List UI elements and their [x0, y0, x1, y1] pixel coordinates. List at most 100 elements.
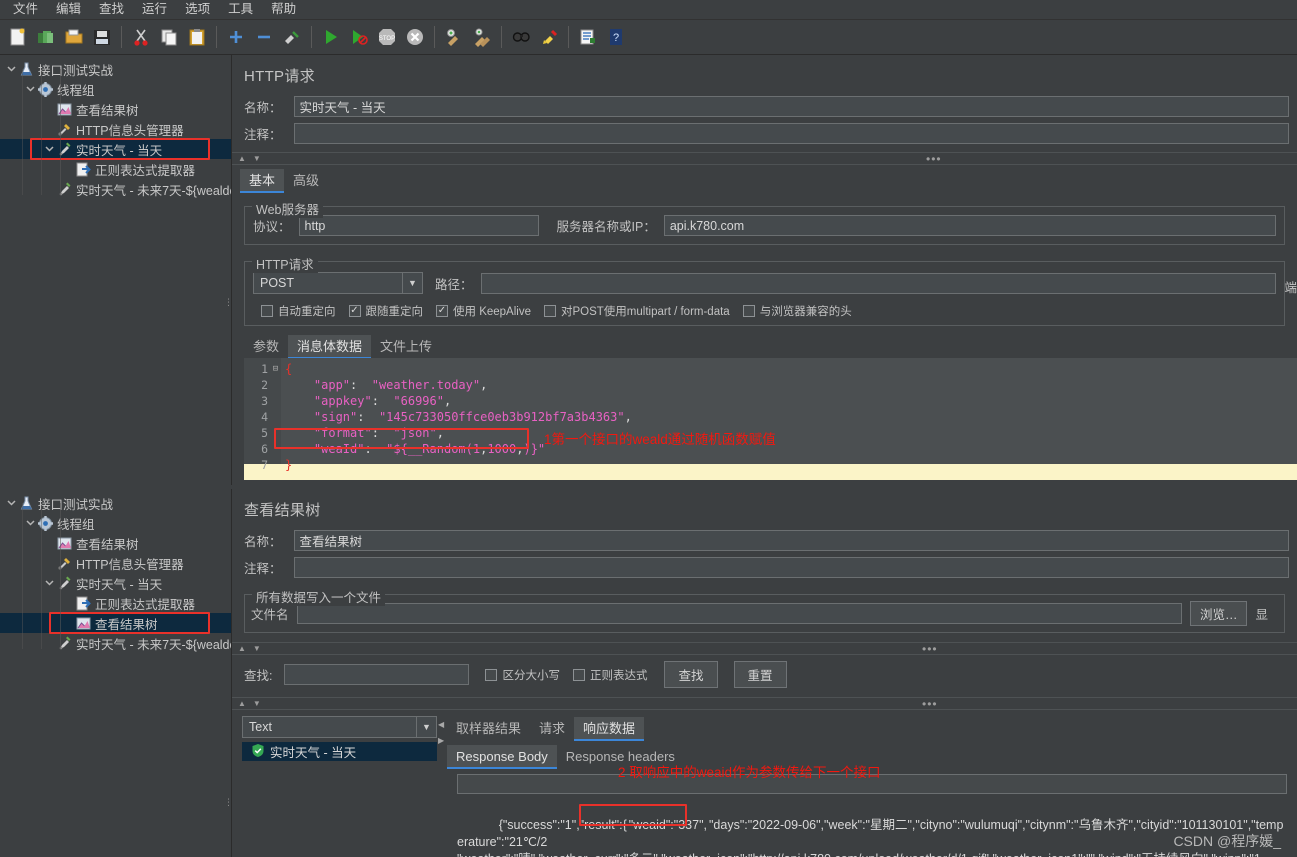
tree-node[interactable]: HTTP信息头管理器	[0, 119, 231, 139]
renderer-select[interactable]: Text ▼	[242, 716, 437, 738]
request-option-2[interactable]: ✓ 使用 KeepAlive	[436, 303, 531, 319]
response-search-bar[interactable]: 2 取响应中的weaid作为参数传给下一个接口	[457, 765, 1287, 794]
new-icon[interactable]	[5, 24, 31, 50]
menu-item-2[interactable]: 查找	[90, 0, 133, 19]
checkbox-unchecked-icon[interactable]	[261, 305, 273, 317]
tab-request-1[interactable]: 高级	[284, 169, 328, 192]
checkbox-unchecked-icon[interactable]	[543, 305, 556, 317]
editor-fold-column[interactable]: ⊟	[270, 358, 281, 464]
search-input[interactable]	[284, 664, 470, 685]
chevron-down-icon[interactable]	[23, 84, 37, 95]
menu-item-6[interactable]: 帮助	[262, 0, 305, 19]
request-option-4[interactable]: 与浏览器兼容的头	[742, 303, 852, 319]
tree-node[interactable]: 接口测试实战	[0, 59, 231, 79]
result-list-item[interactable]: 实时天气 - 当天	[242, 742, 437, 761]
tab-result-0[interactable]: 取样器结果	[447, 717, 530, 740]
search-icon[interactable]	[508, 24, 534, 50]
chevron-down-icon[interactable]	[4, 64, 18, 75]
menu-item-3[interactable]: 运行	[133, 0, 176, 19]
filename-input[interactable]	[296, 603, 1182, 624]
tree-node[interactable]: 实时天气 - 未来7天-${wealdc	[0, 633, 231, 653]
test-plan-tree-bottom[interactable]: 接口测试实战 线程组 查看结果树 HTTP信息头管理器 实时天气 - 当天 正则表达式提取…	[0, 489, 232, 857]
results-name-input[interactable]	[293, 530, 1289, 551]
tab-body-1[interactable]: 消息体数据	[288, 335, 372, 359]
collapse-up-icon[interactable]: ▲	[238, 154, 246, 163]
save-icon[interactable]	[89, 24, 115, 50]
tree-node[interactable]: 接口测试实战	[0, 493, 231, 513]
tree-node[interactable]: 线程组	[0, 513, 231, 533]
tree-node[interactable]: 查看结果树	[0, 533, 231, 553]
result-view-tabs[interactable]: 取样器结果 请求 响应数据	[447, 716, 1297, 741]
request-option-1[interactable]: ✓ 跟随重定向	[348, 303, 423, 319]
tab-body-0[interactable]: 参数	[244, 335, 288, 358]
tab-body-2[interactable]: 文件上传	[371, 335, 441, 358]
collapse-all-icon[interactable]	[251, 24, 277, 50]
chevron-down-icon[interactable]	[4, 498, 18, 509]
vertical-split-dots-bottom[interactable]: ⋮	[224, 798, 233, 807]
collapse-down-icon-2[interactable]: ▼	[253, 644, 261, 653]
body-data-editor[interactable]: 1 2 3 4 5 6 7 ⊟ { "app": "weather.today", "app…	[244, 358, 1297, 472]
expand-all-icon[interactable]	[223, 24, 249, 50]
split-right-icon[interactable]: ▶	[438, 736, 444, 745]
protocol-input[interactable]	[298, 215, 539, 236]
stop-icon[interactable]: STOP	[374, 24, 400, 50]
results-comment-input[interactable]	[293, 557, 1289, 578]
chevron-down-icon[interactable]	[42, 144, 56, 155]
function-helper-icon[interactable]	[575, 24, 601, 50]
collapse-down-icon-3[interactable]: ▼	[253, 699, 261, 708]
request-option-0[interactable]: 自动重定向	[261, 303, 336, 319]
clear-all-icon[interactable]	[469, 24, 495, 50]
templates-icon[interactable]	[33, 24, 59, 50]
paste-icon[interactable]	[184, 24, 210, 50]
test-plan-tree-top[interactable]: 接口测试实战 线程组 查看结果树 HTTP信息头管理器 实时天气 - 当天 正则表达式提取…	[0, 55, 232, 485]
collapse-down-icon[interactable]: ▼	[253, 154, 261, 163]
search-option-0[interactable]: 区分大小写	[485, 667, 560, 683]
cut-icon[interactable]	[128, 24, 154, 50]
server-input[interactable]	[663, 215, 1276, 236]
reset-button[interactable]: 重置	[733, 661, 787, 688]
body-tabs[interactable]: 参数 消息体数据 文件上传	[232, 334, 1297, 359]
copy-icon[interactable]	[156, 24, 182, 50]
tree-node[interactable]: 实时天气 - 未来7天-${wealdc	[0, 179, 231, 199]
split-left-icon[interactable]: ◀	[438, 720, 444, 729]
browse-button[interactable]: 浏览…	[1189, 601, 1248, 626]
vertical-split-dots-top[interactable]: ⋮	[224, 298, 233, 307]
search-option-1[interactable]: 正则表达式	[572, 667, 647, 683]
start-icon[interactable]	[318, 24, 344, 50]
name-input[interactable]	[293, 96, 1289, 117]
checkbox-checked-icon[interactable]: ✓	[436, 305, 448, 317]
fold-toggle-icon[interactable]: ⊟	[270, 361, 281, 377]
chevron-down-icon[interactable]	[23, 518, 37, 529]
tree-node[interactable]: 线程组	[0, 79, 231, 99]
tree-node[interactable]: 查看结果树	[0, 99, 231, 119]
open-icon[interactable]	[61, 24, 87, 50]
method-select[interactable]: POST ▼	[253, 272, 423, 294]
menu-item-1[interactable]: 编辑	[47, 0, 90, 19]
request-tabs[interactable]: 基本 高级	[232, 168, 1297, 193]
collapse-up-icon-2[interactable]: ▲	[238, 644, 246, 653]
reset-search-icon[interactable]	[536, 24, 562, 50]
tree-node[interactable]: 实时天气 - 当天	[0, 573, 231, 593]
toggle-icon[interactable]	[279, 24, 305, 50]
collapse-strip-top[interactable]: ▲ ▼ •••	[232, 152, 1297, 165]
shutdown-icon[interactable]	[402, 24, 428, 50]
menu-item-0[interactable]: 文件	[4, 0, 47, 19]
find-button[interactable]: 查找	[664, 661, 718, 688]
chevron-down-icon[interactable]	[42, 578, 56, 589]
checkbox-unchecked-icon[interactable]	[572, 668, 585, 681]
checkbox-unchecked-icon[interactable]	[742, 305, 755, 317]
request-option-3[interactable]: 对POST使用multipart / form-data	[543, 303, 730, 319]
tab-result-1[interactable]: 请求	[530, 717, 574, 740]
start-no-pauses-icon[interactable]	[346, 24, 372, 50]
collapse-strip-results-2[interactable]: ▲ ▼ •••	[232, 697, 1297, 710]
tab-response-0[interactable]: Response Body	[447, 745, 557, 769]
tree-node[interactable]: HTTP信息头管理器	[0, 553, 231, 573]
tree-node[interactable]: 正则表达式提取器	[0, 593, 231, 613]
split-handle[interactable]: ◀ ▶	[437, 716, 447, 857]
menu-item-4[interactable]: 选项	[176, 0, 219, 19]
menu-item-5[interactable]: 工具	[219, 0, 262, 19]
tree-node[interactable]: 正则表达式提取器	[0, 159, 231, 179]
path-input[interactable]	[480, 272, 1276, 294]
help-icon[interactable]: ?	[603, 24, 629, 50]
tree-node[interactable]: 查看结果树	[0, 613, 231, 633]
